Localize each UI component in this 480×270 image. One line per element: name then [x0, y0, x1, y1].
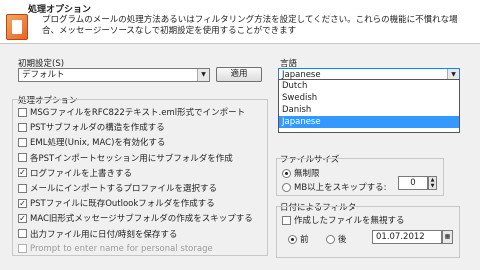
option-label: PSTファイルに既存Outlookフォルダを作成する — [30, 199, 215, 210]
header-panel: 処理オプション プログラムのメールの処理方法あるいはフィルタリング方法を設定して… — [0, 0, 480, 44]
language-option[interactable]: Danish — [279, 104, 459, 116]
checkbox-icon — [18, 137, 27, 147]
language-option-selected[interactable]: Japanese — [279, 116, 459, 128]
checkbox-checked-icon: ✓ — [18, 213, 27, 223]
option-label: MSGファイルをRFC822テキスト.eml形式でインポート — [30, 108, 246, 118]
radio-icon — [282, 168, 291, 178]
processing-options-window: 処理オプション プログラムのメールの処理方法あるいはフィルタリング方法を設定して… — [0, 0, 480, 270]
date-input[interactable]: 01.07.2012 — [372, 230, 442, 244]
checkbox-icon — [18, 244, 27, 254]
option-label: 各PSTインポートセッション用にサブフォルダを作成 — [30, 153, 233, 164]
checkbox-icon — [18, 153, 27, 163]
option-label: PSTサブフォルダの構造を作成する — [30, 123, 165, 134]
calendar-icon[interactable]: ▦ — [442, 230, 453, 244]
chevron-down-icon[interactable]: ▼ — [197, 69, 209, 81]
option-checkbox[interactable]: ✓ MAC旧形式メッセージサブフォルダの作成をスキップする — [18, 212, 253, 224]
checkbox-icon — [282, 215, 291, 225]
option-checkbox[interactable]: 各PSTインポートセッション用にサブフォルダを作成 — [18, 152, 233, 164]
date-before-radio[interactable]: 前 — [288, 233, 309, 245]
option-checkbox[interactable]: ✓ PSTファイルに既存Outlookフォルダを作成する — [18, 197, 215, 209]
option-label: メールにインポートするプロファイルを選択する — [30, 184, 218, 194]
date-after-label: 後 — [338, 235, 347, 245]
date-before-label: 前 — [300, 235, 309, 245]
filesize-skip-input[interactable]: 0 — [398, 176, 428, 190]
date-after-radio[interactable]: 後 — [326, 233, 347, 245]
option-checkbox[interactable]: EML処理(Unix, MAC)を有効化する — [18, 136, 165, 148]
option-label: 出力ファイル用に日付/時刻を保存する — [30, 229, 178, 240]
filesize-unlimited-label: 無制限 — [294, 169, 320, 179]
option-checkbox[interactable]: 出力ファイル用に日付/時刻を保存する — [18, 228, 177, 240]
checkbox-checked-icon: ✓ — [18, 198, 27, 208]
checkbox-icon — [18, 183, 27, 193]
date-filter-checkbox[interactable]: 作成したファイルを無視する — [282, 214, 405, 226]
page-title: 処理オプション — [28, 5, 92, 15]
language-dropdown-list[interactable]: Dutch Swedish Danish Japanese — [278, 79, 460, 133]
option-checkbox[interactable]: MSGファイルをRFC822テキスト.eml形式でインポート — [18, 106, 245, 118]
filesize-skip-label: MB以上をスキップする: — [294, 183, 387, 193]
option-checkbox[interactable]: メールにインポートするプロファイルを選択する — [18, 182, 217, 194]
apply-button[interactable]: 適用 — [216, 67, 262, 82]
date-filter-checkbox-label: 作成したファイルを無視する — [294, 216, 405, 226]
option-checkbox: Prompt to enter name for personal storag… — [18, 243, 213, 255]
option-label: ログファイルを上書きする — [30, 168, 133, 179]
filesize-skip-radio[interactable]: MB以上をスキップする: — [282, 181, 387, 193]
radio-icon — [282, 182, 291, 192]
checkbox-checked-icon: ✓ — [18, 168, 27, 178]
option-label: MAC旧形式メッセージサブフォルダの作成をスキップする — [30, 214, 253, 225]
checkbox-icon — [18, 107, 27, 117]
stepper-arrows-icon[interactable]: ▲ ▼ — [428, 176, 437, 190]
radio-icon — [326, 234, 335, 244]
checkbox-icon — [18, 122, 27, 132]
filesize-unlimited-radio[interactable]: 無制限 — [282, 167, 320, 179]
option-label: Prompt to enter name for personal storag… — [30, 243, 213, 254]
language-option[interactable]: Swedish — [279, 92, 459, 104]
page-description: プログラムのメールの処理方法あるいはフィルタリング方法を設定してください。これら… — [42, 15, 458, 36]
option-checkbox[interactable]: PSTサブフォルダの構造を作成する — [18, 121, 165, 133]
checkbox-icon — [18, 229, 27, 239]
document-icon — [6, 14, 28, 40]
presets-combo[interactable]: デフォルト ▼ — [18, 68, 210, 82]
presets-value: デフォルト — [22, 70, 65, 80]
option-label: EML処理(Unix, MAC)を有効化する — [30, 138, 166, 149]
language-option[interactable]: Dutch — [279, 80, 459, 92]
option-checkbox[interactable]: ✓ ログファイルを上書きする — [18, 167, 132, 179]
radio-icon — [288, 234, 297, 244]
